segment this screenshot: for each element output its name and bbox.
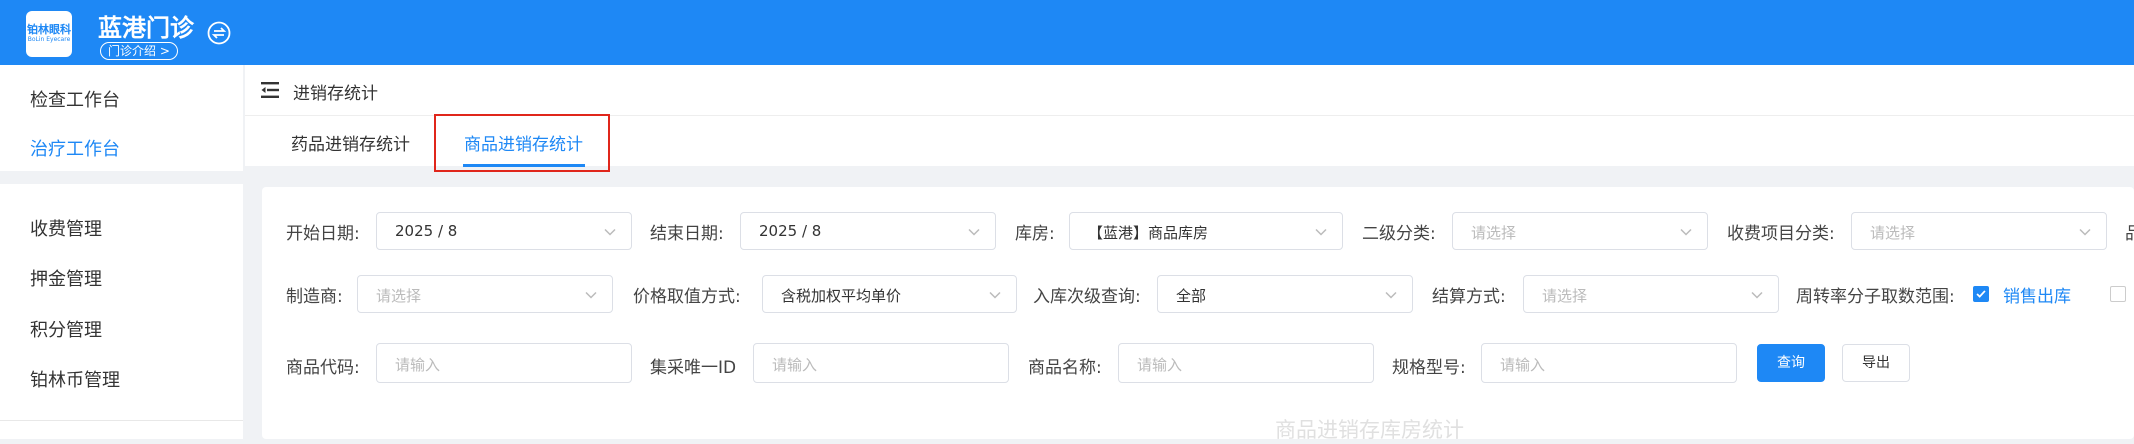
breadcrumb: 进销存统计 bbox=[245, 65, 2134, 116]
clinic-intro-link[interactable]: 门诊介绍 > bbox=[100, 42, 178, 60]
warehouse-label: 库房: bbox=[1015, 224, 1055, 244]
switch-icon[interactable] bbox=[207, 21, 231, 45]
fee-category-label: 收费项目分类: bbox=[1727, 224, 1835, 244]
sidebar-item-exam-workbench[interactable]: 检查工作台 bbox=[30, 86, 120, 112]
fee-category-select[interactable]: 请选择 bbox=[1851, 212, 2107, 250]
sidebar-divider bbox=[0, 171, 243, 184]
goods-name-placeholder: 请输入 bbox=[1137, 356, 1183, 374]
sidebar-item-treatment-workbench[interactable]: 治疗工作台 bbox=[30, 135, 120, 161]
sales-outbound-checkbox[interactable] bbox=[1973, 286, 1989, 302]
category2-select[interactable]: 请选择 bbox=[1452, 212, 1708, 250]
inbound-level-value: 全部 bbox=[1176, 287, 1207, 305]
settle-method-placeholder: 请选择 bbox=[1542, 287, 1588, 305]
sidebar-item-deposit[interactable]: 押金管理 bbox=[30, 265, 102, 291]
end-date-label: 结束日期: bbox=[650, 224, 724, 244]
price-method-select[interactable]: 含税加权平均单价 bbox=[762, 275, 1017, 313]
chevron-down-icon bbox=[1385, 291, 1397, 299]
chevron-down-icon bbox=[604, 228, 616, 236]
start-date-picker[interactable]: 2025 / 8 bbox=[376, 212, 632, 250]
export-button[interactable]: 导出 bbox=[1842, 344, 1910, 382]
settle-method-select[interactable]: 请选择 bbox=[1523, 275, 1779, 313]
inbound-level-label: 入库次级查询: bbox=[1033, 287, 1141, 307]
clinic-name: 蓝港门诊 bbox=[98, 14, 194, 42]
goods-code-label: 商品代码: bbox=[286, 358, 360, 378]
chevron-down-icon bbox=[1680, 228, 1692, 236]
chevron-down-icon bbox=[989, 291, 1001, 299]
sidebar-item-points[interactable]: 积分管理 bbox=[30, 316, 102, 342]
top-bar: 铂林眼科 BoLin Eyecare 蓝港门诊 门诊介绍 > bbox=[0, 0, 2134, 65]
warehouse-select[interactable]: 【蓝港】商品库房 bbox=[1069, 212, 1343, 250]
clinic-logo: 铂林眼科 BoLin Eyecare bbox=[26, 11, 72, 57]
menu-collapse-icon[interactable] bbox=[261, 81, 281, 99]
sidebar-item-coin[interactable]: 铂林币管理 bbox=[30, 366, 120, 392]
filter-panel: 开始日期: 2025 / 8 结束日期: 2025 / 8 库房: 【蓝港】商品… bbox=[262, 187, 2134, 439]
warehouse-value: 【蓝港】商品库房 bbox=[1088, 224, 1209, 242]
price-method-value: 含税加权平均单价 bbox=[781, 287, 902, 305]
inbound-level-select[interactable]: 全部 bbox=[1157, 275, 1413, 313]
chevron-down-icon bbox=[585, 291, 597, 299]
check-icon bbox=[1976, 290, 1986, 298]
spec-model-placeholder: 请输入 bbox=[1500, 356, 1546, 374]
breadcrumb-current: 进销存统计 bbox=[293, 84, 378, 104]
fee-category-placeholder: 请选择 bbox=[1870, 224, 1916, 242]
logo-subtext: BoLin Eyecare bbox=[27, 36, 71, 43]
goods-code-input[interactable]: 请输入 bbox=[376, 343, 632, 383]
sales-outbound-label[interactable]: 销售出库 bbox=[2003, 282, 2071, 307]
chevron-down-icon bbox=[1751, 291, 1763, 299]
price-method-label: 价格取值方式: bbox=[633, 287, 741, 307]
chevron-down-icon bbox=[968, 228, 980, 236]
tab-highlight-box bbox=[434, 114, 610, 172]
category2-label: 二级分类: bbox=[1362, 224, 1436, 244]
second-option-checkbox[interactable] bbox=[2110, 286, 2126, 302]
manufacturer-select[interactable]: 请选择 bbox=[357, 275, 613, 313]
chevron-down-icon bbox=[2079, 228, 2091, 236]
goods-code-placeholder: 请输入 bbox=[395, 356, 441, 374]
goods-name-label: 商品名称: bbox=[1028, 358, 1102, 378]
spec-model-label: 规格型号: bbox=[1392, 358, 1466, 378]
manufacturer-label: 制造商: bbox=[286, 287, 343, 307]
manufacturer-placeholder: 请选择 bbox=[376, 287, 422, 305]
spec-model-input[interactable]: 请输入 bbox=[1481, 343, 1737, 383]
sidebar-item-billing[interactable]: 收费管理 bbox=[30, 215, 102, 241]
sidebar: 检查工作台 治疗工作台 收费管理 押金管理 积分管理 铂林币管理 bbox=[0, 65, 243, 439]
goods-name-input[interactable]: 请输入 bbox=[1118, 343, 1374, 383]
end-date-picker[interactable]: 2025 / 8 bbox=[740, 212, 996, 250]
start-date-value: 2025 / 8 bbox=[395, 222, 458, 240]
query-button[interactable]: 查询 bbox=[1757, 344, 1825, 382]
vbp-id-label: 集采唯一ID bbox=[650, 358, 737, 378]
vbp-id-input[interactable]: 请输入 bbox=[753, 343, 1009, 383]
tab-drug-inventory-stats[interactable]: 药品进销存统计 bbox=[291, 130, 410, 155]
chevron-down-icon bbox=[1315, 228, 1327, 236]
vbp-id-placeholder: 请输入 bbox=[772, 356, 818, 374]
turnover-range-label: 周转率分子取数范围: bbox=[1796, 287, 1955, 307]
category2-placeholder: 请选择 bbox=[1471, 224, 1517, 242]
sidebar-bottom-divider bbox=[0, 420, 243, 421]
logo-text: 铂林眼科 bbox=[27, 23, 71, 36]
end-date-value: 2025 / 8 bbox=[759, 222, 822, 240]
truncated-label: 品 bbox=[2125, 224, 2134, 244]
section-title: 商品进销存库房统计 bbox=[1275, 418, 1464, 442]
start-date-label: 开始日期: bbox=[286, 224, 360, 244]
settle-method-label: 结算方式: bbox=[1432, 287, 1506, 307]
